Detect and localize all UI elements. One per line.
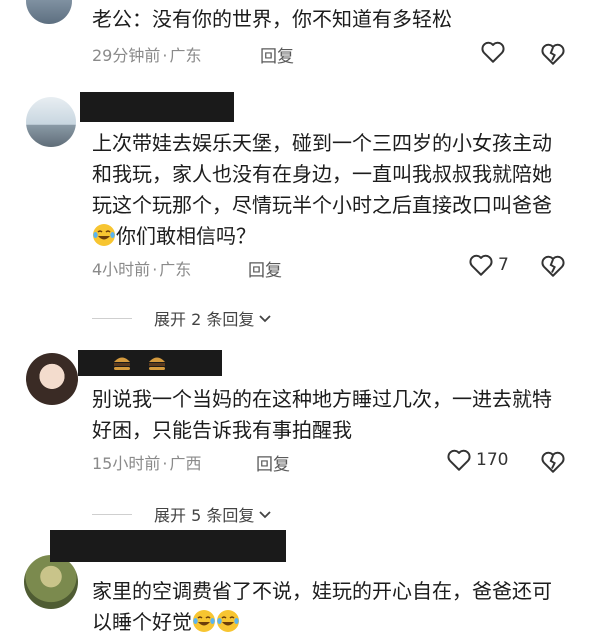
divider [92,317,132,319]
burger-emoji [114,357,130,370]
expand-replies-label: 展开 2 条回复 [154,310,255,329]
expand-replies-label: 展开 5 条回复 [154,506,255,525]
heart-icon [447,449,471,471]
chevron-down-icon [259,315,271,323]
heart-icon [481,41,505,63]
comment-location: 广东 [159,260,192,279]
laughing-tears-emoji [193,610,215,632]
expand-replies-button[interactable]: 展开 2 条回复 [92,306,273,330]
username-redaction [50,530,286,562]
separator-dot: · [162,46,168,65]
comment-meta: 15小时前 · 广西 [92,450,201,474]
comment-time: 4小时前 [92,260,151,279]
like-button[interactable]: 7 [468,253,509,277]
expand-replies-button[interactable]: 展开 5 条回复 [92,502,273,526]
like-count: 7 [498,255,509,275]
laughing-tears-emoji [93,224,115,246]
broken-heart-icon[interactable] [540,450,566,474]
broken-heart-icon[interactable] [540,42,566,66]
avatar[interactable] [26,97,76,147]
like-button[interactable]: 170 [446,448,508,472]
comment-text: 老公：没有你的世界，你不知道有多轻松 [92,7,452,31]
reply-button[interactable]: 回复 [248,256,282,281]
comment-text: 上次带娃去娱乐天堡，碰到一个三四岁的小女孩主动和我玩，家人也没有在身边，一直叫我… [92,128,552,252]
comment-time: 15小时前 [92,454,161,473]
comment-time: 29分钟前 [92,46,161,65]
comment-meta: 4小时前 · 广东 [92,256,191,280]
comment-location: 广东 [169,46,202,65]
comment-text: 家里的空调费省了不说，娃玩的开心自在，爸爸还可以睡个好觉 [92,576,552,638]
comment-text-main: 上次带娃去娱乐天堡，碰到一个三四岁的小女孩主动和我玩，家人也没有在身边，一直叫我… [92,131,552,217]
heart-icon [469,254,493,276]
avatar[interactable] [24,555,78,609]
comment-text-tail: 你们敢相信吗？ [116,224,256,248]
like-count: 170 [476,450,509,470]
reply-button[interactable]: 回复 [256,450,290,475]
broken-heart-icon[interactable] [540,254,566,278]
divider [92,513,132,515]
username-redaction [80,92,234,122]
burger-emoji [149,357,165,370]
comment-text-main: 家里的空调费省了不说，娃玩的开心自在，爸爸还可以睡个好觉 [92,579,552,634]
laughing-tears-emoji [217,610,239,632]
reply-button[interactable]: 回复 [260,42,294,67]
separator-dot: · [162,454,168,473]
like-button[interactable] [480,40,506,64]
comment-text: 别说我一个当妈的在这种地方睡过几次，一进去就特好困，只能告诉我有事拍醒我 [92,387,552,442]
avatar[interactable] [26,353,78,405]
chevron-down-icon [259,511,271,519]
comment-location: 广西 [169,454,202,473]
comment-meta: 29分钟前 · 广东 [92,42,201,66]
separator-dot: · [152,260,158,279]
avatar[interactable] [26,0,72,24]
